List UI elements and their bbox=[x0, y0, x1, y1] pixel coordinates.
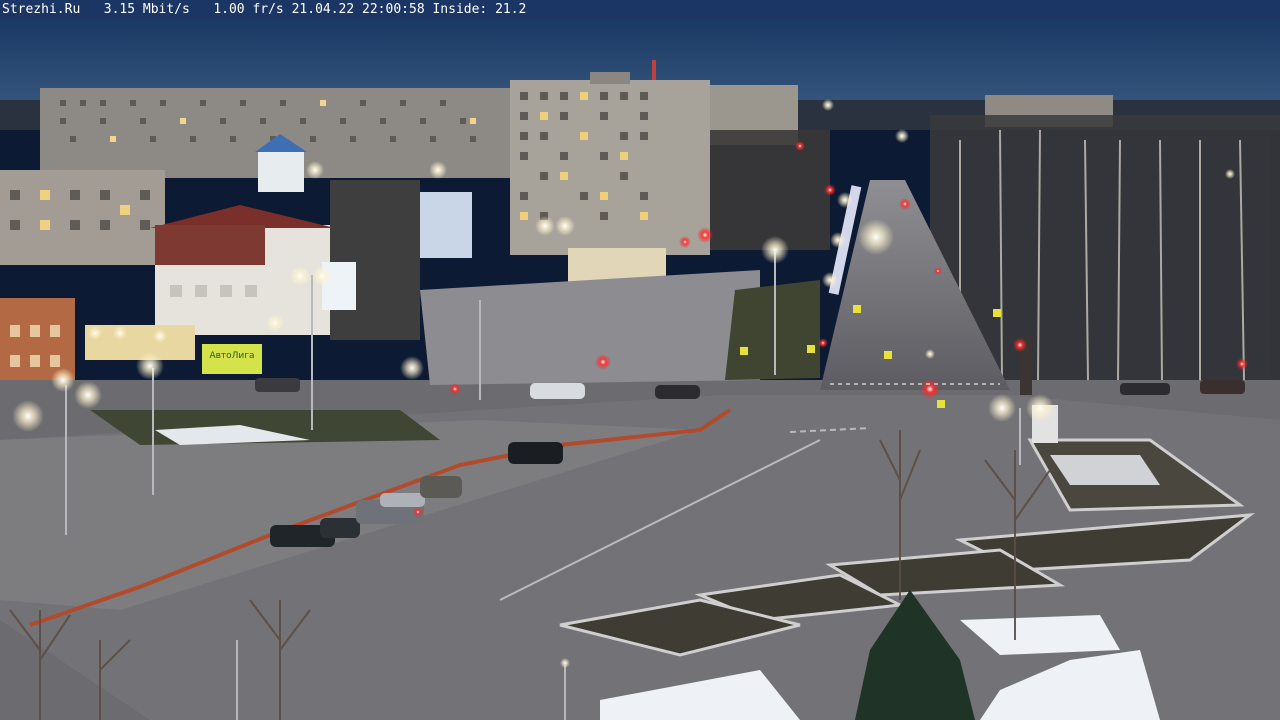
camera-status-overlay: Strezhi.Ru 3.15 Mbit/s 1.00 fr/s 21.04.2… bbox=[0, 0, 1280, 20]
svg-text:АвтоЛига: АвтоЛига bbox=[209, 351, 254, 361]
scene-svg: АвтоЛига bbox=[0, 20, 1280, 720]
camera-scene: АвтоЛига bbox=[0, 20, 1280, 720]
webcam-frame: Strezhi.Ru 3.15 Mbit/s 1.00 fr/s 21.04.2… bbox=[0, 0, 1280, 720]
camera-status-text: Strezhi.Ru 3.15 Mbit/s 1.00 fr/s 21.04.2… bbox=[2, 2, 527, 17]
shop-pavilion bbox=[85, 325, 195, 360]
lawn-median bbox=[725, 280, 820, 380]
small-blue-building bbox=[420, 192, 472, 258]
store-sign: АвтоЛига bbox=[202, 344, 262, 374]
apartment-block-mid-left bbox=[0, 170, 165, 265]
plaza-parking bbox=[420, 270, 760, 385]
